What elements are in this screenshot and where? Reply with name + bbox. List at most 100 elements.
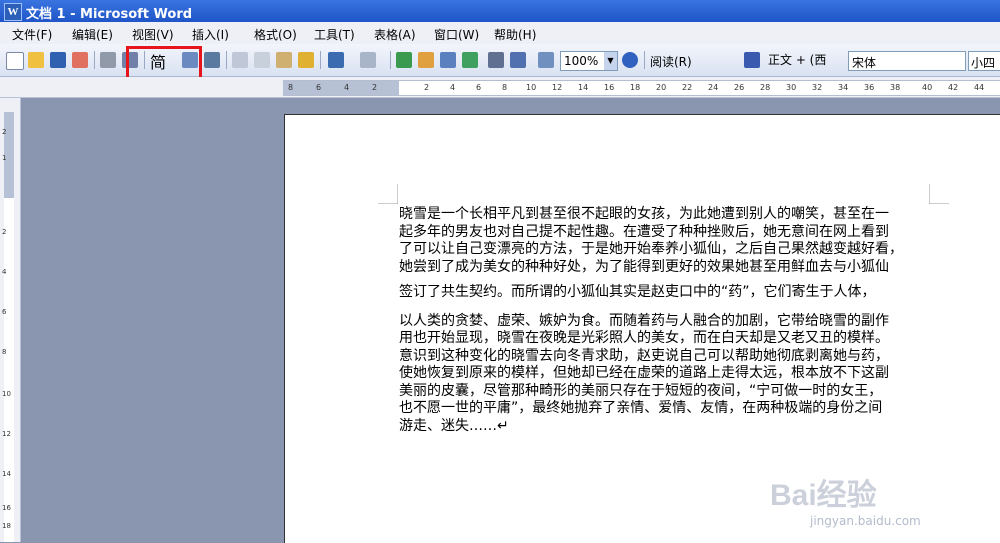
ruler-tick: 2 — [424, 83, 430, 92]
text-line: 使她恢复到原来的模样，但她却已经在虚荣的道路上走得太远，根本放不下这副 — [399, 365, 889, 381]
menu-bar: 文件(F) 编辑(E) 视图(V) 插入(I) 格式(O) 工具(T) 表格(A… — [0, 22, 1000, 45]
ruler-tick: 2 — [372, 83, 378, 92]
toolbar-separator — [644, 51, 645, 69]
ruler-tick: 18 — [630, 83, 641, 92]
paste-icon[interactable] — [276, 52, 292, 68]
cut-icon[interactable] — [232, 52, 248, 68]
word-app-icon[interactable]: W — [4, 3, 22, 21]
new-document-icon[interactable] — [6, 52, 24, 70]
menu-format[interactable]: 格式(O) — [254, 26, 297, 43]
font-size-dropdown[interactable]: 小四 — [968, 51, 1000, 71]
baidu-jingyan-watermark: Bai经验 jingyan.baidu.com — [770, 470, 990, 530]
ruler-tick: 30 — [786, 83, 797, 92]
insert-excel-icon[interactable] — [462, 52, 478, 68]
ruler-tick: 12 — [552, 83, 563, 92]
menu-tools[interactable]: 工具(T) — [314, 26, 355, 43]
ruler-tick: 16 — [604, 83, 615, 92]
columns-icon[interactable] — [488, 52, 504, 68]
toolbar-separator — [320, 51, 321, 69]
ruler-tick: 44 — [974, 83, 985, 92]
vertical-ruler[interactable]: 2 1 2 4 6 8 10 12 14 16 18 — [0, 98, 21, 542]
format-painter-icon[interactable] — [298, 52, 314, 68]
document-body[interactable]: 晓雪是一个长相平凡到甚至很不起眼的女孩，为此她遭到别人的嘲笑，甚至在一 起多年的… — [399, 206, 929, 435]
ruler-tick: 40 — [922, 83, 933, 92]
print-icon[interactable] — [100, 52, 116, 68]
ruler-tick: 14 — [578, 83, 589, 92]
menu-window[interactable]: 窗口(W) — [434, 26, 479, 43]
ruler-tick: 42 — [948, 83, 959, 92]
ruler-tick: 28 — [760, 83, 771, 92]
ruler-tick: 12 — [2, 430, 11, 438]
ruler-tick: 10 — [526, 83, 537, 92]
window-title: 文档 1 - Microsoft Word — [26, 7, 193, 22]
ruler-tick: 14 — [2, 470, 11, 478]
read-button[interactable]: 阅读(R) — [650, 53, 692, 70]
drawing-icon[interactable] — [510, 52, 526, 68]
ruler-tick: 6 — [2, 308, 7, 316]
menu-table[interactable]: 表格(A) — [374, 26, 416, 43]
research-icon[interactable] — [204, 52, 220, 68]
toolbar-separator — [390, 51, 391, 69]
font-dropdown[interactable]: 宋体 — [848, 51, 966, 71]
horizontal-ruler[interactable]: 8 6 4 2 2 4 6 8 10 12 14 16 18 20 22 24 … — [283, 80, 1000, 96]
text-line: 起多年的男友也对自己提不起性趣。在遭受了种种挫败后，她无意间在网上看到 — [399, 223, 889, 240]
ruler-tick: 8 — [2, 348, 7, 356]
ruler-tick: 34 — [838, 83, 849, 92]
redo-icon[interactable] — [360, 52, 376, 68]
ruler-tick: 2 — [2, 228, 7, 236]
toolbar-separator — [94, 51, 95, 69]
menu-edit[interactable]: 编辑(E) — [72, 26, 113, 43]
watermark-brand: Bai经验 — [770, 479, 877, 512]
margin-corner-mark — [929, 184, 949, 204]
document-map-icon[interactable] — [538, 52, 554, 68]
ruler-tick: 10 — [2, 390, 11, 398]
text-line: 游走、迷失……↵ — [399, 417, 509, 434]
ruler-tick: 22 — [682, 83, 693, 92]
ruler-tick: 38 — [890, 83, 901, 92]
margin-corner-mark — [378, 184, 398, 204]
toolbar-separator — [226, 51, 227, 69]
menu-file[interactable]: 文件(F) — [12, 26, 52, 43]
chevron-down-icon[interactable]: ▼ — [604, 52, 617, 70]
menu-view[interactable]: 视图(V) — [132, 26, 174, 43]
ruler-tick: 26 — [734, 83, 745, 92]
text-line: 了可以让自己变漂亮的方法，于是她开始奉养小狐仙，之后自己果然越变越好看， — [399, 241, 903, 257]
text-line: 她尝到了成为美女的种种好处，为了能得到更好的效果她甚至用鲜血去与小狐仙 — [399, 258, 889, 275]
text-line: 用也开始显现，晓雪在夜晚是光彩照人的美女，而在白天却是又老又丑的模样。 — [399, 330, 889, 346]
watermark-url: jingyan.baidu.com — [810, 514, 921, 528]
text-line: 美丽的皮囊，尽管那种畸形的美丽只存在于短短的夜间，“宁可做一时的女王， — [399, 382, 883, 399]
text-line: 意识到这种变化的晓雪去向冬青求助，赵吏说自己可以帮助她彻底剥离她与药， — [399, 347, 889, 364]
zoom-dropdown[interactable]: 100% ▼ — [560, 51, 618, 71]
text-line: 签订了共生契约。而所谓的小狐仙其实是赵吏口中的“药”，它们寄生于人体， — [399, 284, 876, 300]
text-line: 晓雪是一个长相平凡到甚至很不起眼的女孩，为此她遭到别人的嘲笑，甚至在一 — [399, 206, 889, 222]
styles-icon[interactable] — [744, 52, 760, 68]
ruler-tick: 36 — [864, 83, 875, 92]
ruler-tick: 4 — [344, 83, 350, 92]
insert-table-icon[interactable] — [440, 52, 456, 68]
style-dropdown[interactable]: 正文 + (西 — [768, 51, 844, 69]
ruler-tick: 20 — [656, 83, 667, 92]
undo-icon[interactable] — [328, 52, 344, 68]
menu-help[interactable]: 帮助(H) — [494, 26, 536, 43]
ruler-tick: 6 — [316, 83, 322, 92]
copy-icon[interactable] — [254, 52, 270, 68]
ruler-tick: 2 — [2, 128, 7, 136]
open-folder-icon[interactable] — [28, 52, 44, 68]
save-icon[interactable] — [50, 52, 66, 68]
zoom-value: 100% — [564, 54, 599, 68]
tables-borders-icon[interactable] — [418, 52, 434, 68]
help-icon[interactable] — [622, 52, 638, 68]
ruler-tick: 4 — [2, 268, 7, 276]
menu-insert[interactable]: 插入(I) — [192, 26, 229, 43]
hyperlink-icon[interactable] — [396, 52, 412, 68]
ruler-tick: 8 — [502, 83, 508, 92]
ruler-tick: 24 — [708, 83, 719, 92]
text-line: 以人类的贪婪、虚荣、嫉妒为食。而随着药与人融合的加剧，它带给晓雪的副作 — [399, 312, 889, 329]
ruler-tick: 16 — [2, 504, 11, 512]
ruler-tick: 18 — [2, 522, 11, 530]
ruler-tick: 4 — [450, 83, 456, 92]
ruler-margin-left — [283, 81, 399, 95]
ruler-tick: 32 — [812, 83, 823, 92]
permission-icon[interactable] — [72, 52, 88, 68]
